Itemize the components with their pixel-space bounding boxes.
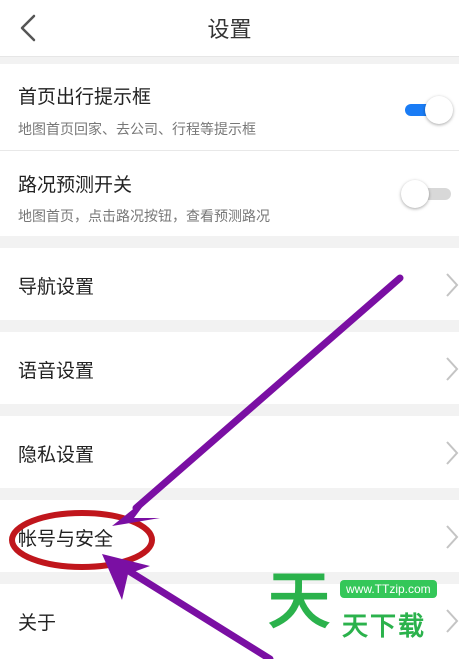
menu-label: 语音设置 xyxy=(18,360,95,382)
traffic-prediction-toggle[interactable] xyxy=(401,178,455,210)
menu-label: 隐私设置 xyxy=(18,444,95,466)
chevron-right-icon xyxy=(446,273,459,297)
chevron-right-icon xyxy=(446,441,459,465)
toggle-knob xyxy=(425,96,453,124)
menu-label: 导航设置 xyxy=(18,276,95,298)
menu-label: 帐号与安全 xyxy=(18,528,114,550)
commute-prompt-toggle[interactable] xyxy=(401,94,455,126)
traffic-prediction-title: 路况预测开关 xyxy=(18,174,133,196)
traffic-prediction-subtitle: 地图首页，点击路况按钮，查看预测路况 xyxy=(18,209,270,225)
watermark-text: 天下载 xyxy=(342,612,427,642)
watermark-glyph: 天 xyxy=(268,564,331,637)
menu-label: 关于 xyxy=(18,612,57,634)
menu-item-account-security[interactable]: 帐号与安全 xyxy=(0,500,459,572)
page-title: 设置 xyxy=(207,18,252,43)
menu-item-privacy[interactable]: 隐私设置 xyxy=(0,416,459,488)
toggle-knob xyxy=(401,180,429,208)
watermark: 天 www.TTzip.com 天下载 xyxy=(268,566,459,646)
menu-item-navigation[interactable]: 导航设置 xyxy=(0,248,459,320)
menu-item-voice[interactable]: 语音设置 xyxy=(0,332,459,404)
toggle-settings-card: 首页出行提示框 地图首页回家、去公司、行程等提示框 路况预测开关 地图首页，点击… xyxy=(0,64,459,236)
divider xyxy=(0,150,459,151)
top-bar: 设置 xyxy=(0,0,459,57)
commute-prompt-title: 首页出行提示框 xyxy=(18,86,152,108)
chevron-right-icon xyxy=(446,357,459,381)
commute-prompt-subtitle: 地图首页回家、去公司、行程等提示框 xyxy=(18,122,256,138)
watermark-url: www.TTzip.com xyxy=(340,580,437,598)
chevron-right-icon xyxy=(446,525,459,549)
